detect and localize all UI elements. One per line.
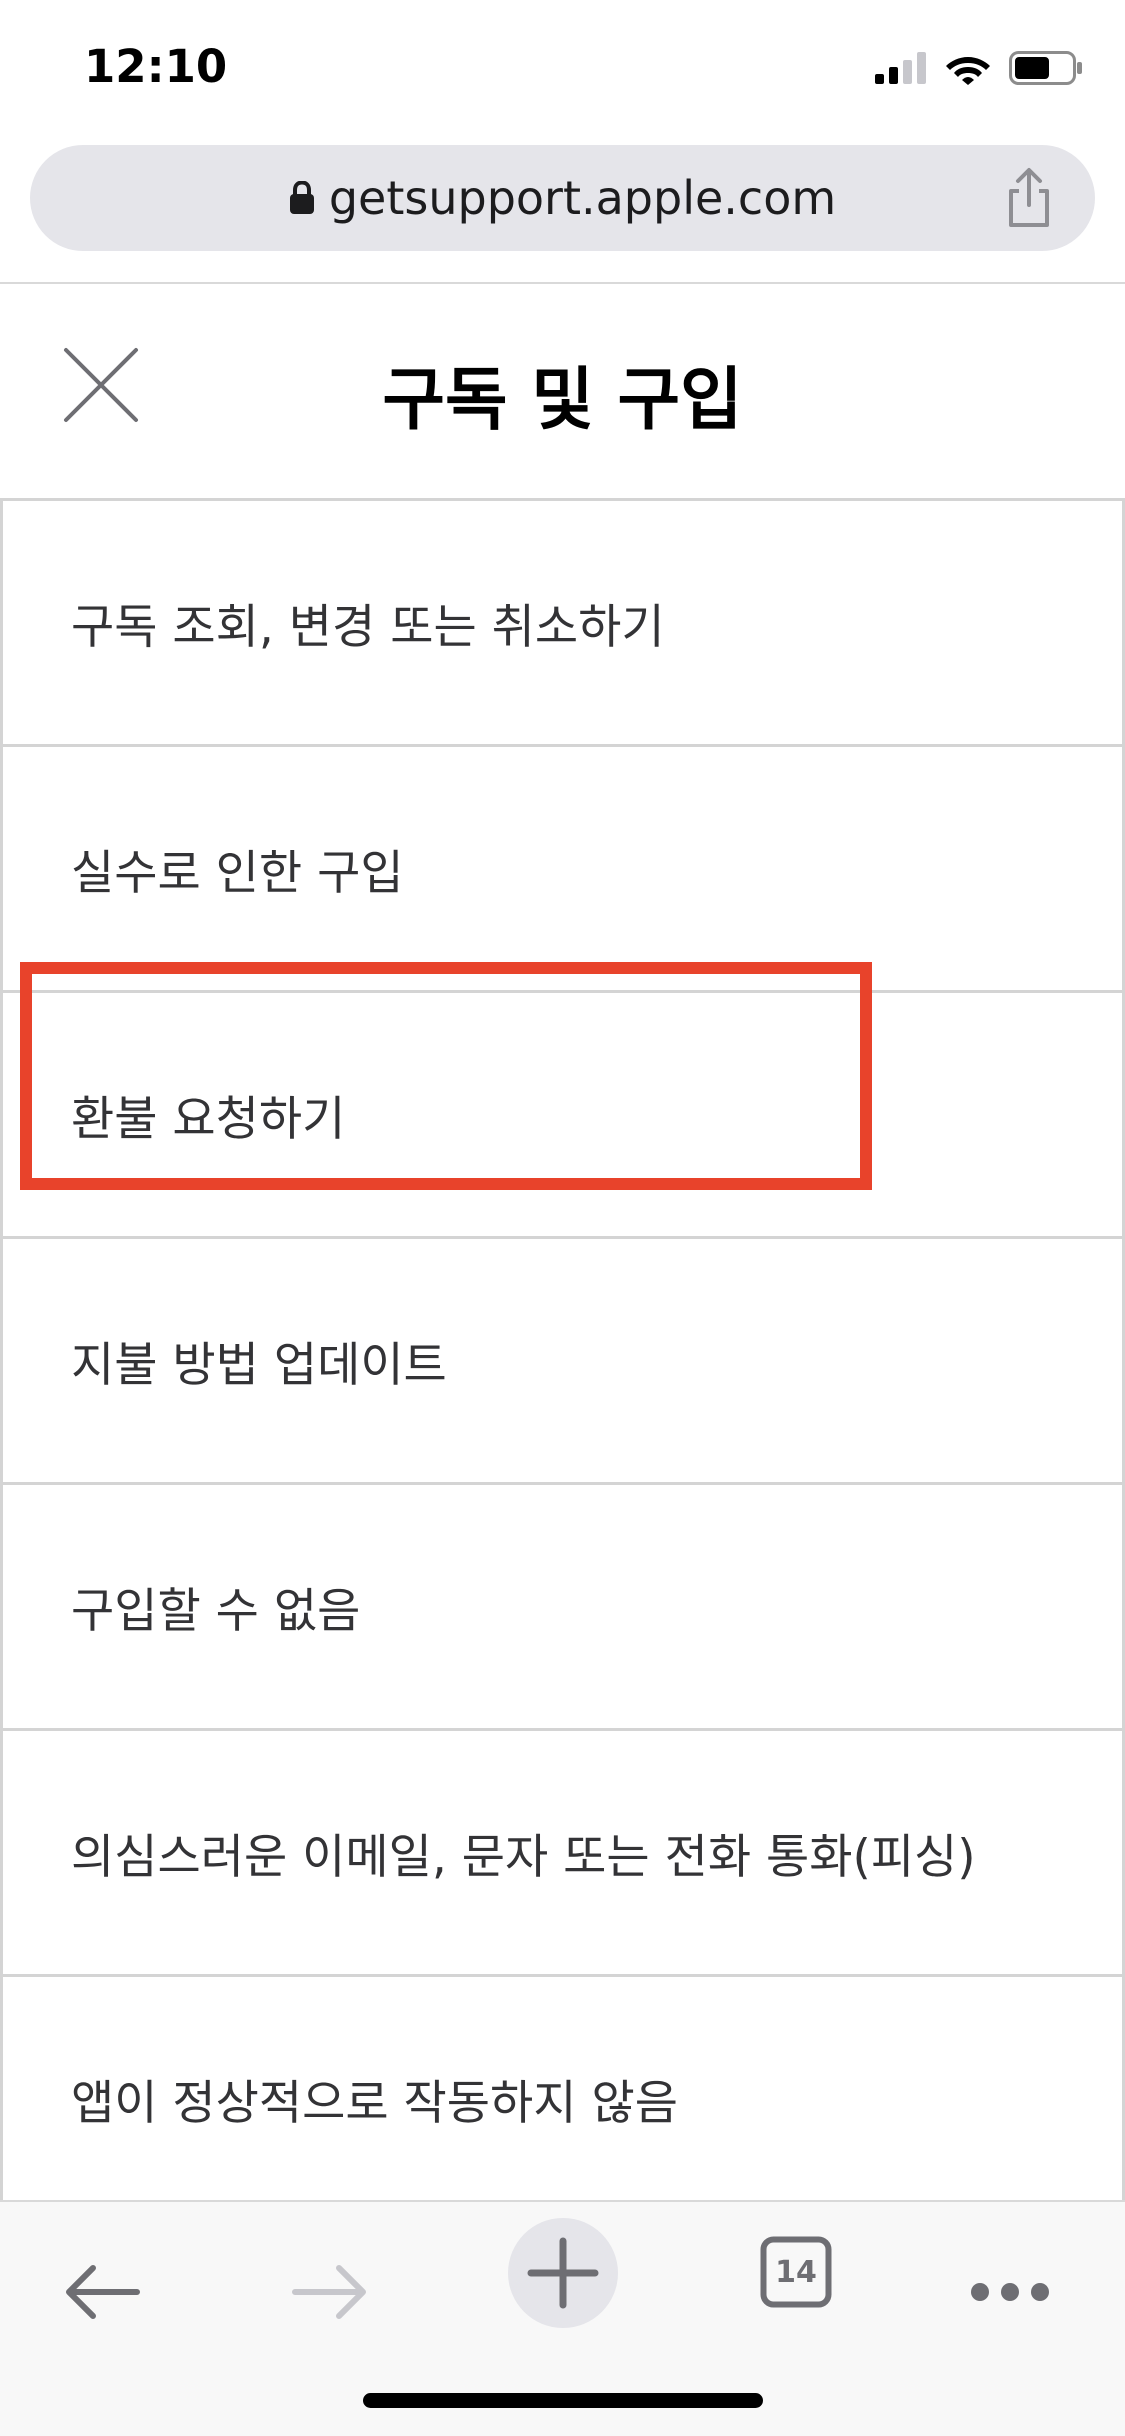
more-dots-icon: [971, 2283, 1049, 2301]
topic-list: 구독 조회, 변경 또는 취소하기 실수로 인한 구입 환불 요청하기 지불 방…: [0, 498, 1125, 2223]
back-arrow-icon: [66, 2265, 140, 2319]
lock-icon: [289, 181, 314, 214]
url-display: getsupport.apple.com: [30, 145, 1095, 251]
url-bar[interactable]: getsupport.apple.com: [30, 145, 1095, 251]
url-text: getsupport.apple.com: [328, 171, 837, 225]
wifi-icon: [946, 57, 990, 85]
list-item[interactable]: 앱이 정상적으로 작동하지 않음: [3, 1977, 1122, 2223]
list-item[interactable]: 구입할 수 없음: [3, 1485, 1122, 1731]
status-bar: 12:10: [0, 0, 1125, 135]
list-item[interactable]: 의심스러운 이메일, 문자 또는 전화 통화(피싱): [3, 1731, 1122, 1977]
page-header: 구독 및 구입: [0, 284, 1125, 499]
tab-count: 14: [775, 2254, 817, 2290]
list-item[interactable]: 환불 요청하기: [3, 993, 1122, 1239]
list-item-label: 앱이 정상적으로 작동하지 않음: [71, 2076, 678, 2131]
list-item-label: 지불 방법 업데이트: [71, 1338, 447, 1393]
forward-arrow-icon: [292, 2265, 366, 2319]
tabs-button[interactable]: 14: [760, 2236, 832, 2308]
new-tab-plus-icon: [527, 2237, 599, 2309]
share-icon[interactable]: [999, 167, 1059, 229]
status-icons: [875, 48, 1083, 88]
list-item-label: 의심스러운 이메일, 문자 또는 전화 통화(피싱): [71, 1830, 976, 1885]
list-item[interactable]: 구독 조회, 변경 또는 취소하기: [3, 501, 1122, 747]
home-indicator: [363, 2393, 763, 2408]
signal-icon: [875, 52, 926, 84]
list-item-label: 구입할 수 없음: [71, 1584, 361, 1639]
list-item-label: 환불 요청하기: [71, 1092, 346, 1147]
list-item-label: 구독 조회, 변경 또는 취소하기: [71, 600, 665, 655]
back-button[interactable]: [52, 2242, 152, 2342]
battery-icon: [1009, 51, 1082, 85]
list-item[interactable]: 실수로 인한 구입: [3, 747, 1122, 993]
more-button[interactable]: [960, 2242, 1060, 2342]
list-item-label: 실수로 인한 구입: [71, 846, 404, 901]
new-tab-button[interactable]: [508, 2218, 618, 2328]
page-title: 구독 및 구입: [382, 361, 743, 440]
status-time: 12:10: [84, 40, 228, 93]
forward-button[interactable]: [280, 2242, 380, 2342]
list-item[interactable]: 지불 방법 업데이트: [3, 1239, 1122, 1485]
